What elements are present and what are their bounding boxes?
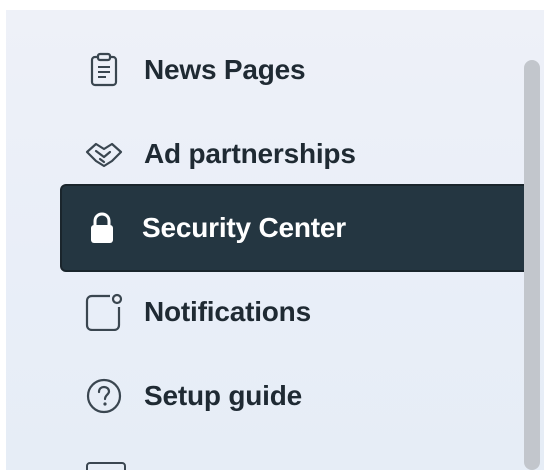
clipboard-icon <box>82 48 126 92</box>
question-circle-icon <box>82 374 126 418</box>
scrollbar[interactable] <box>524 60 540 470</box>
sidebar-item-security-center[interactable]: Security Center <box>62 186 532 270</box>
sidebar-item-label: News Pages <box>144 54 306 85</box>
notification-square-icon <box>82 290 126 334</box>
sidebar-item-label: Notifications <box>144 296 311 327</box>
sidebar-item-setup-guide[interactable]: Setup guide <box>64 354 526 438</box>
handshake-icon <box>82 132 126 176</box>
scrollbar-thumb[interactable] <box>524 60 540 470</box>
lock-icon <box>80 206 124 250</box>
sidebar-item-label: Security Center <box>142 212 346 243</box>
sidebar-item-notifications[interactable]: Notifications <box>64 270 526 354</box>
sidebar-item-label: Ad partnerships <box>144 138 356 169</box>
sidebar-nav: News Pages Ad partnerships Security Cent… <box>6 10 544 470</box>
partial-item-icon <box>86 462 126 470</box>
sidebar-item-ad-partnerships[interactable]: Ad partnerships <box>64 112 526 196</box>
sidebar-item-news-pages[interactable]: News Pages <box>64 28 526 112</box>
sidebar-item-label: Setup guide <box>144 380 303 411</box>
